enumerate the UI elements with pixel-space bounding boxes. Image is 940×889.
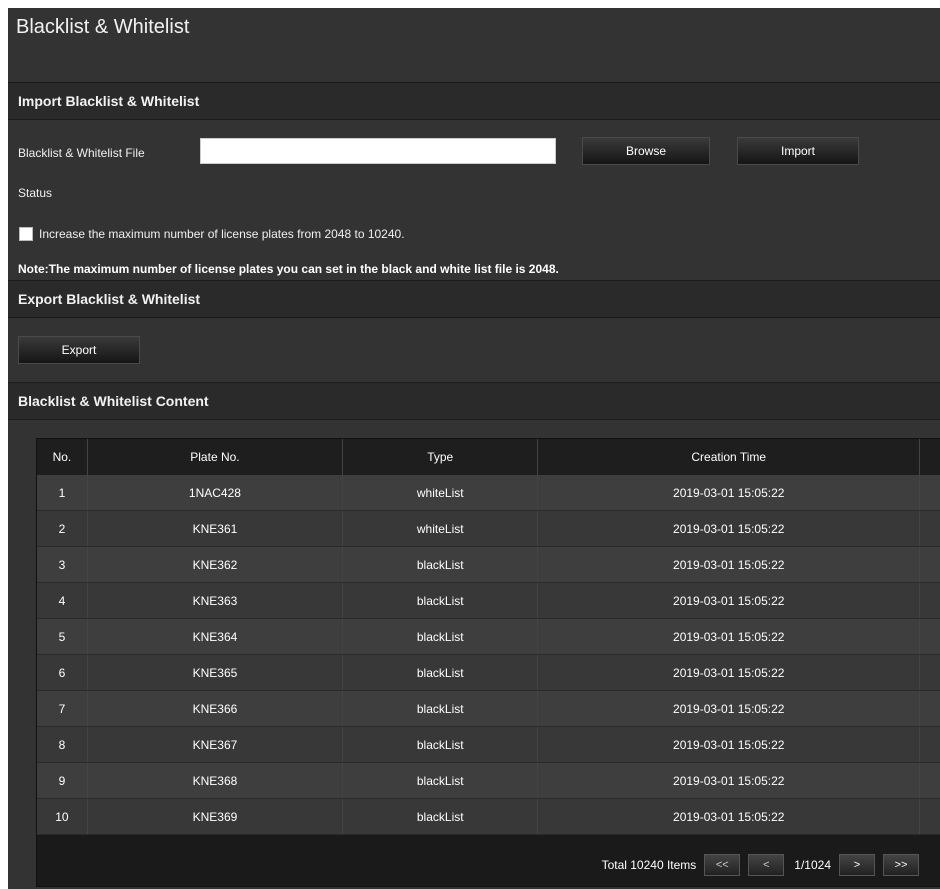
cell-plate: KNE362 (87, 546, 344, 583)
cell-no: 10 (37, 798, 88, 835)
cell-type: blackList (342, 654, 539, 691)
file-path-input[interactable] (200, 138, 556, 164)
content-section-header: Blacklist & Whitelist Content (8, 382, 940, 420)
cell-time: 2019-03-01 15:05:22 (537, 475, 921, 511)
col-header-time: Creation Time (537, 439, 921, 475)
cell-time: 2019-03-01 15:05:22 (537, 798, 921, 835)
cell-extra (919, 726, 940, 763)
last-page-button[interactable]: >> (883, 854, 919, 876)
table-row[interactable]: 9 KNE368 blackList 2019-03-01 15:05:22 (37, 762, 940, 799)
export-section-title: Export Blacklist & Whitelist (18, 291, 201, 307)
import-section-header: Import Blacklist & Whitelist (8, 82, 940, 120)
table-row[interactable]: 2 KNE361 whiteList 2019-03-01 15:05:22 (37, 510, 940, 547)
export-button[interactable]: Export (18, 336, 140, 364)
cell-extra (919, 582, 940, 619)
cell-no: 8 (37, 726, 88, 763)
table-row[interactable]: 10 KNE369 blackList 2019-03-01 15:05:22 (37, 798, 940, 835)
cell-plate: KNE364 (87, 618, 344, 655)
increase-limit-checkbox[interactable] (19, 227, 33, 241)
cell-plate: KNE361 (87, 510, 344, 547)
cell-plate: 1NAC428 (87, 475, 344, 511)
cell-plate: KNE369 (87, 798, 344, 835)
plate-table: No. Plate No. Type Creation Time 1 1NAC42… (37, 439, 940, 835)
plate-table-container: No. Plate No. Type Creation Time 1 1NAC42… (36, 438, 940, 887)
cell-type: whiteList (342, 475, 539, 511)
cell-no: 1 (37, 475, 88, 511)
cell-type: blackList (342, 618, 539, 655)
cell-extra (919, 475, 940, 511)
pagination: Total 10240 Items << < 1/1024 > >> (602, 854, 919, 876)
cell-time: 2019-03-01 15:05:22 (537, 618, 921, 655)
cell-extra (919, 510, 940, 547)
cell-type: whiteList (342, 510, 539, 547)
cell-plate: KNE367 (87, 726, 344, 763)
table-row[interactable]: 7 KNE366 blackList 2019-03-01 15:05:22 (37, 690, 940, 727)
cell-type: blackList (342, 726, 539, 763)
cell-extra (919, 546, 940, 583)
cell-time: 2019-03-01 15:05:22 (537, 726, 921, 763)
cell-type: blackList (342, 582, 539, 619)
max-plates-note: Note:The maximum number of license plate… (18, 262, 559, 276)
first-page-button[interactable]: << (704, 854, 741, 876)
cell-type: blackList (342, 798, 539, 835)
cell-type: blackList (342, 690, 539, 727)
cell-extra (919, 798, 940, 835)
cell-type: blackList (342, 546, 539, 583)
cell-plate: KNE366 (87, 690, 344, 727)
next-page-button[interactable]: > (839, 854, 875, 876)
cell-time: 2019-03-01 15:05:22 (537, 582, 921, 619)
cell-no: 6 (37, 654, 88, 691)
cell-extra (919, 618, 940, 655)
cell-time: 2019-03-01 15:05:22 (537, 762, 921, 799)
col-header-plate: Plate No. (87, 439, 344, 475)
cell-type: blackList (342, 762, 539, 799)
cell-no: 4 (37, 582, 88, 619)
cell-no: 9 (37, 762, 88, 799)
prev-page-button[interactable]: < (748, 854, 785, 876)
cell-time: 2019-03-01 15:05:22 (537, 510, 921, 547)
browse-button[interactable]: Browse (582, 137, 710, 165)
content-section-title: Blacklist & Whitelist Content (18, 393, 209, 409)
cell-no: 7 (37, 690, 88, 727)
table-row[interactable]: 6 KNE365 blackList 2019-03-01 15:05:22 (37, 654, 940, 691)
cell-plate: KNE365 (87, 654, 344, 691)
cell-no: 2 (37, 510, 88, 547)
table-row[interactable]: 8 KNE367 blackList 2019-03-01 15:05:22 (37, 726, 940, 763)
table-row[interactable]: 5 KNE364 blackList 2019-03-01 15:05:22 (37, 618, 940, 655)
cell-no: 5 (37, 618, 88, 655)
col-header-type: Type (342, 439, 539, 475)
import-section-title: Import Blacklist & Whitelist (18, 93, 200, 109)
col-header-no: No. (37, 439, 88, 475)
table-row[interactable]: 4 KNE363 blackList 2019-03-01 15:05:22 (37, 582, 940, 619)
export-section-header: Export Blacklist & Whitelist (8, 280, 940, 318)
cell-time: 2019-03-01 15:05:22 (537, 654, 921, 691)
table-row[interactable]: 3 KNE362 blackList 2019-03-01 15:05:22 (37, 546, 940, 583)
table-header-row: No. Plate No. Type Creation Time (37, 439, 940, 475)
page-indicator: 1/1024 (794, 858, 831, 872)
cell-extra (919, 654, 940, 691)
page-title: Blacklist & Whitelist (16, 16, 190, 38)
cell-extra (919, 690, 940, 727)
increase-limit-label: Increase the maximum number of license p… (39, 227, 405, 241)
import-button[interactable]: Import (737, 137, 859, 165)
cell-plate: KNE368 (87, 762, 344, 799)
table-row[interactable]: 1 1NAC428 whiteList 2019-03-01 15:05:22 (37, 475, 940, 511)
cell-extra (919, 762, 940, 799)
cell-no: 3 (37, 546, 88, 583)
file-label: Blacklist & Whitelist File (18, 146, 145, 160)
col-header-extra (919, 439, 940, 475)
blacklist-whitelist-page: Blacklist & Whitelist Import Blacklist &… (8, 8, 940, 889)
total-items-label: Total 10240 Items (601, 858, 697, 872)
cell-time: 2019-03-01 15:05:22 (537, 690, 921, 727)
cell-time: 2019-03-01 15:05:22 (537, 546, 921, 583)
status-label: Status (18, 186, 53, 200)
cell-plate: KNE363 (87, 582, 344, 619)
